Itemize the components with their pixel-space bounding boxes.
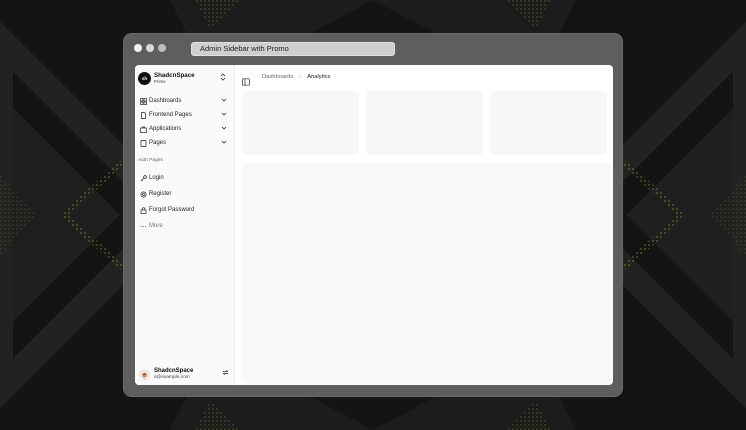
gear-icon [138,191,148,198]
breadcrumb-separator: › [299,74,302,80]
stat-card-2 [366,91,483,155]
sidebar-item-label: More [149,223,163,229]
brand-name: ShadcnSpace [154,71,195,79]
content-panel [242,163,612,384]
sidebar-item-frontend-pages[interactable]: Frontend Pages [138,109,230,121]
chevron-down-icon [221,139,227,147]
sidebar-item-register[interactable]: Register [138,188,230,200]
page-icon [138,139,148,147]
window-maximize-button[interactable] [158,44,166,52]
ellipsis-icon [138,223,148,230]
sidebar-item-label: Forgot Password [149,207,195,213]
sidebar-item-dashboards[interactable]: Dashboards [138,95,230,107]
dashboard-icon [138,97,148,105]
sidebar-item-label: Register [149,191,172,197]
breadcrumb-item-analytics: Analytics [307,74,331,80]
brand-logo: sh [138,71,151,85]
briefcase-icon [138,126,148,133]
stat-card-3 [490,91,607,155]
sidebar-item-label: Frontend Pages [149,112,192,118]
chevron-down-icon [221,111,227,119]
user-name: ShadcnSpace [154,367,194,374]
lock-icon [138,206,148,214]
team-switcher[interactable]: sh ShadcnSpace Prime [138,70,232,86]
app-content: sh ShadcnSpace Prime Dashboards Frontend… [135,65,613,385]
sidebar: sh ShadcnSpace Prime Dashboards Frontend… [135,65,235,385]
window-minimize-button[interactable] [146,44,154,52]
sidebar-item-forgot-password[interactable]: Forgot Password [138,204,230,216]
breadcrumb-item-dashboards[interactable]: Dashboards [262,73,293,81]
sidebar-item-more[interactable]: More [138,220,230,232]
chevrons-up-down-icon [220,73,226,83]
sidebar-item-label: Applications [149,126,182,132]
sidebar-toggle-icon[interactable] [242,73,250,86]
stat-card-1 [242,91,359,155]
avatar [139,368,150,380]
user-menu[interactable]: ShadcnSpace s@example.com [139,366,231,382]
main-content: Dashboards › Analytics [236,65,613,385]
sidebar-item-pages[interactable]: Pages [138,137,230,149]
user-email: s@example.com [154,374,190,380]
sidebar-item-applications[interactable]: Applications [138,123,230,135]
sidebar-item-label: Login [149,175,164,181]
brand-plan: Prime [154,78,166,84]
sidebar-item-login[interactable]: Login [138,172,230,184]
address-bar[interactable]: Admin Sidebar with Promo [191,42,395,56]
window-close-button[interactable] [134,44,142,52]
window-controls [134,44,166,52]
breadcrumb: Dashboards › Analytics [262,73,330,81]
chevron-down-icon [221,97,227,105]
key-icon [138,174,148,182]
browser-window: Admin Sidebar with Promo sh ShadcnSpace … [123,33,623,397]
file-icon [138,111,148,119]
arrows-swap-icon [222,369,229,378]
sidebar-item-label: Dashboards [149,98,182,104]
chevron-down-icon [221,125,227,133]
sidebar-item-label: Pages [149,140,167,146]
section-label-auth-pages: Auth Pages [138,158,163,163]
